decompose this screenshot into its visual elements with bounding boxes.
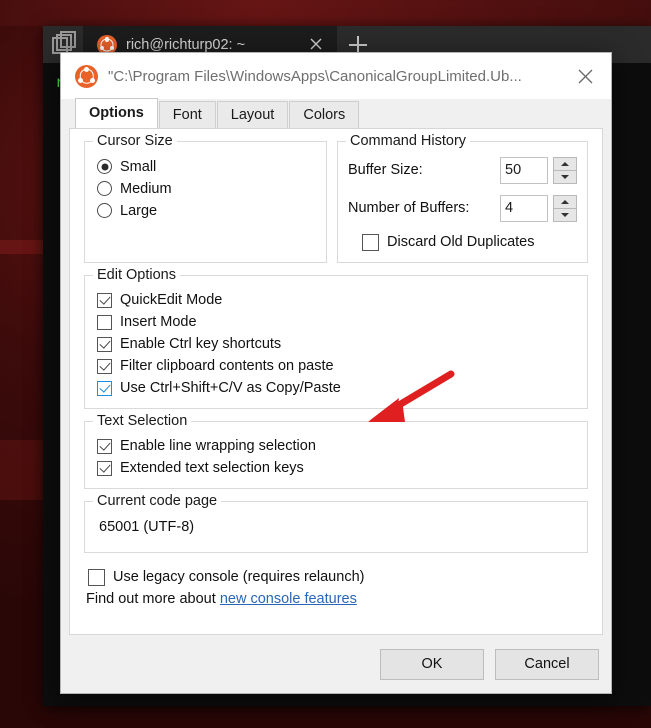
tab-strip: Options Font Layout Colors	[61, 99, 611, 128]
checkbox-icon[interactable]	[97, 337, 112, 352]
dialog-footer: OK Cancel	[61, 635, 611, 693]
checkbox-icon[interactable]	[97, 461, 112, 476]
checkbox-label: Filter clipboard contents on paste	[120, 358, 334, 374]
tab-font[interactable]: Font	[159, 101, 216, 128]
spinner-down-button[interactable]	[553, 171, 577, 184]
buffer-size-input[interactable]: 50	[500, 157, 548, 184]
checkbox-icon[interactable]	[97, 439, 112, 454]
buffer-size-spin-buttons	[553, 157, 577, 184]
tab-layout[interactable]: Layout	[217, 101, 289, 128]
terminal-tab-label: rich@richturp02: ~	[126, 37, 245, 53]
radio-label: Medium	[120, 181, 172, 197]
number-of-buffers-stepper[interactable]: 4	[500, 195, 577, 222]
checkbox-label: Discard Old Duplicates	[387, 234, 534, 250]
radio-cursor-large[interactable]: Large	[95, 200, 316, 221]
checkbox-label: Use legacy console (requires relaunch)	[113, 569, 364, 585]
console-properties-dialog[interactable]: "C:\Program Files\WindowsApps\CanonicalG…	[60, 52, 612, 694]
find-out-more-text: Find out more about new console features	[86, 591, 588, 607]
checkbox-label: Extended text selection keys	[120, 460, 304, 476]
checkbox-use-ctrl-shift-cv-as-copy-paste[interactable]: Use Ctrl+Shift+C/V as Copy/Paste	[95, 377, 577, 399]
top-groups-row: Cursor Size Small Medium Large Command H…	[84, 141, 588, 275]
checkbox-icon[interactable]	[97, 359, 112, 374]
wallpaper-band-top	[0, 0, 651, 26]
spinner-down-button[interactable]	[553, 209, 577, 222]
cursor-size-group: Cursor Size Small Medium Large	[84, 141, 327, 263]
checkbox-enable-ctrl-key-shortcuts[interactable]: Enable Ctrl key shortcuts	[95, 333, 577, 355]
checkbox-quickedit-mode[interactable]: QuickEdit Mode	[95, 289, 577, 311]
checkbox-icon[interactable]	[97, 315, 112, 330]
command-history-group: Command History Buffer Size: 50 Number o…	[337, 141, 588, 263]
checkbox-label: Insert Mode	[120, 314, 197, 330]
current-code-page-legend: Current code page	[93, 493, 221, 509]
radio-cursor-medium[interactable]: Medium	[95, 178, 316, 199]
checkbox-icon[interactable]	[97, 293, 112, 308]
number-of-buffers-input[interactable]: 4	[500, 195, 548, 222]
buffer-size-row: Buffer Size: 50	[348, 155, 577, 185]
spinner-up-button[interactable]	[553, 195, 577, 209]
current-code-page-value: 65001 (UTF-8)	[95, 515, 577, 543]
checkbox-discard-old-duplicates[interactable]: Discard Old Duplicates	[360, 231, 577, 253]
checkbox-label: Enable Ctrl key shortcuts	[120, 336, 281, 352]
checkbox-label: Enable line wrapping selection	[120, 438, 316, 454]
checkbox-icon[interactable]	[362, 234, 379, 251]
checkbox-insert-mode[interactable]: Insert Mode	[95, 311, 577, 333]
current-code-page-group: Current code page 65001 (UTF-8)	[84, 501, 588, 553]
edit-options-legend: Edit Options	[93, 267, 180, 283]
radio-icon[interactable]	[97, 181, 112, 196]
radio-icon[interactable]	[97, 159, 112, 174]
text-selection-legend: Text Selection	[93, 413, 191, 429]
checkbox-extended-text-selection-keys[interactable]: Extended text selection keys	[95, 457, 577, 479]
buffer-size-stepper[interactable]: 50	[500, 157, 577, 184]
checkbox-label: QuickEdit Mode	[120, 292, 222, 308]
checkbox-use-legacy-console[interactable]: Use legacy console (requires relaunch)	[86, 565, 588, 589]
radio-label: Small	[120, 159, 156, 175]
options-tab-panel: Cursor Size Small Medium Large Command H…	[69, 128, 603, 635]
radio-icon[interactable]	[97, 203, 112, 218]
dialog-title: "C:\Program Files\WindowsApps\CanonicalG…	[108, 68, 522, 85]
edit-options-group: Edit Options QuickEdit Mode Insert Mode …	[84, 275, 588, 409]
radio-cursor-small[interactable]: Small	[95, 156, 316, 177]
checkbox-icon[interactable]	[88, 569, 105, 586]
command-history-legend: Command History	[346, 133, 470, 149]
dialog-title-bar[interactable]: "C:\Program Files\WindowsApps\CanonicalG…	[61, 53, 611, 99]
number-of-buffers-row: Number of Buffers: 4	[348, 193, 577, 223]
radio-label: Large	[120, 203, 157, 219]
checkbox-label: Use Ctrl+Shift+C/V as Copy/Paste	[120, 380, 341, 396]
cursor-size-legend: Cursor Size	[93, 133, 177, 149]
buffer-size-label: Buffer Size:	[348, 162, 500, 178]
checkbox-filter-clipboard-contents-on-paste[interactable]: Filter clipboard contents on paste	[95, 355, 577, 377]
checkbox-icon[interactable]	[97, 381, 112, 396]
ok-button[interactable]: OK	[380, 649, 484, 680]
find-out-more-prefix: Find out more about	[86, 591, 220, 607]
close-icon[interactable]	[307, 35, 325, 53]
new-console-features-link[interactable]: new console features	[220, 591, 357, 607]
tab-options[interactable]: Options	[75, 98, 158, 128]
cancel-button[interactable]: Cancel	[495, 649, 599, 680]
tab-colors[interactable]: Colors	[289, 101, 359, 128]
spinner-up-button[interactable]	[553, 157, 577, 171]
number-of-buffers-spin-buttons	[553, 195, 577, 222]
text-selection-group: Text Selection Enable line wrapping sele…	[84, 421, 588, 489]
checkbox-enable-line-wrapping-selection[interactable]: Enable line wrapping selection	[95, 435, 577, 457]
number-of-buffers-label: Number of Buffers:	[348, 200, 500, 216]
ubuntu-logo-icon	[75, 65, 98, 88]
close-icon[interactable]	[567, 62, 603, 90]
